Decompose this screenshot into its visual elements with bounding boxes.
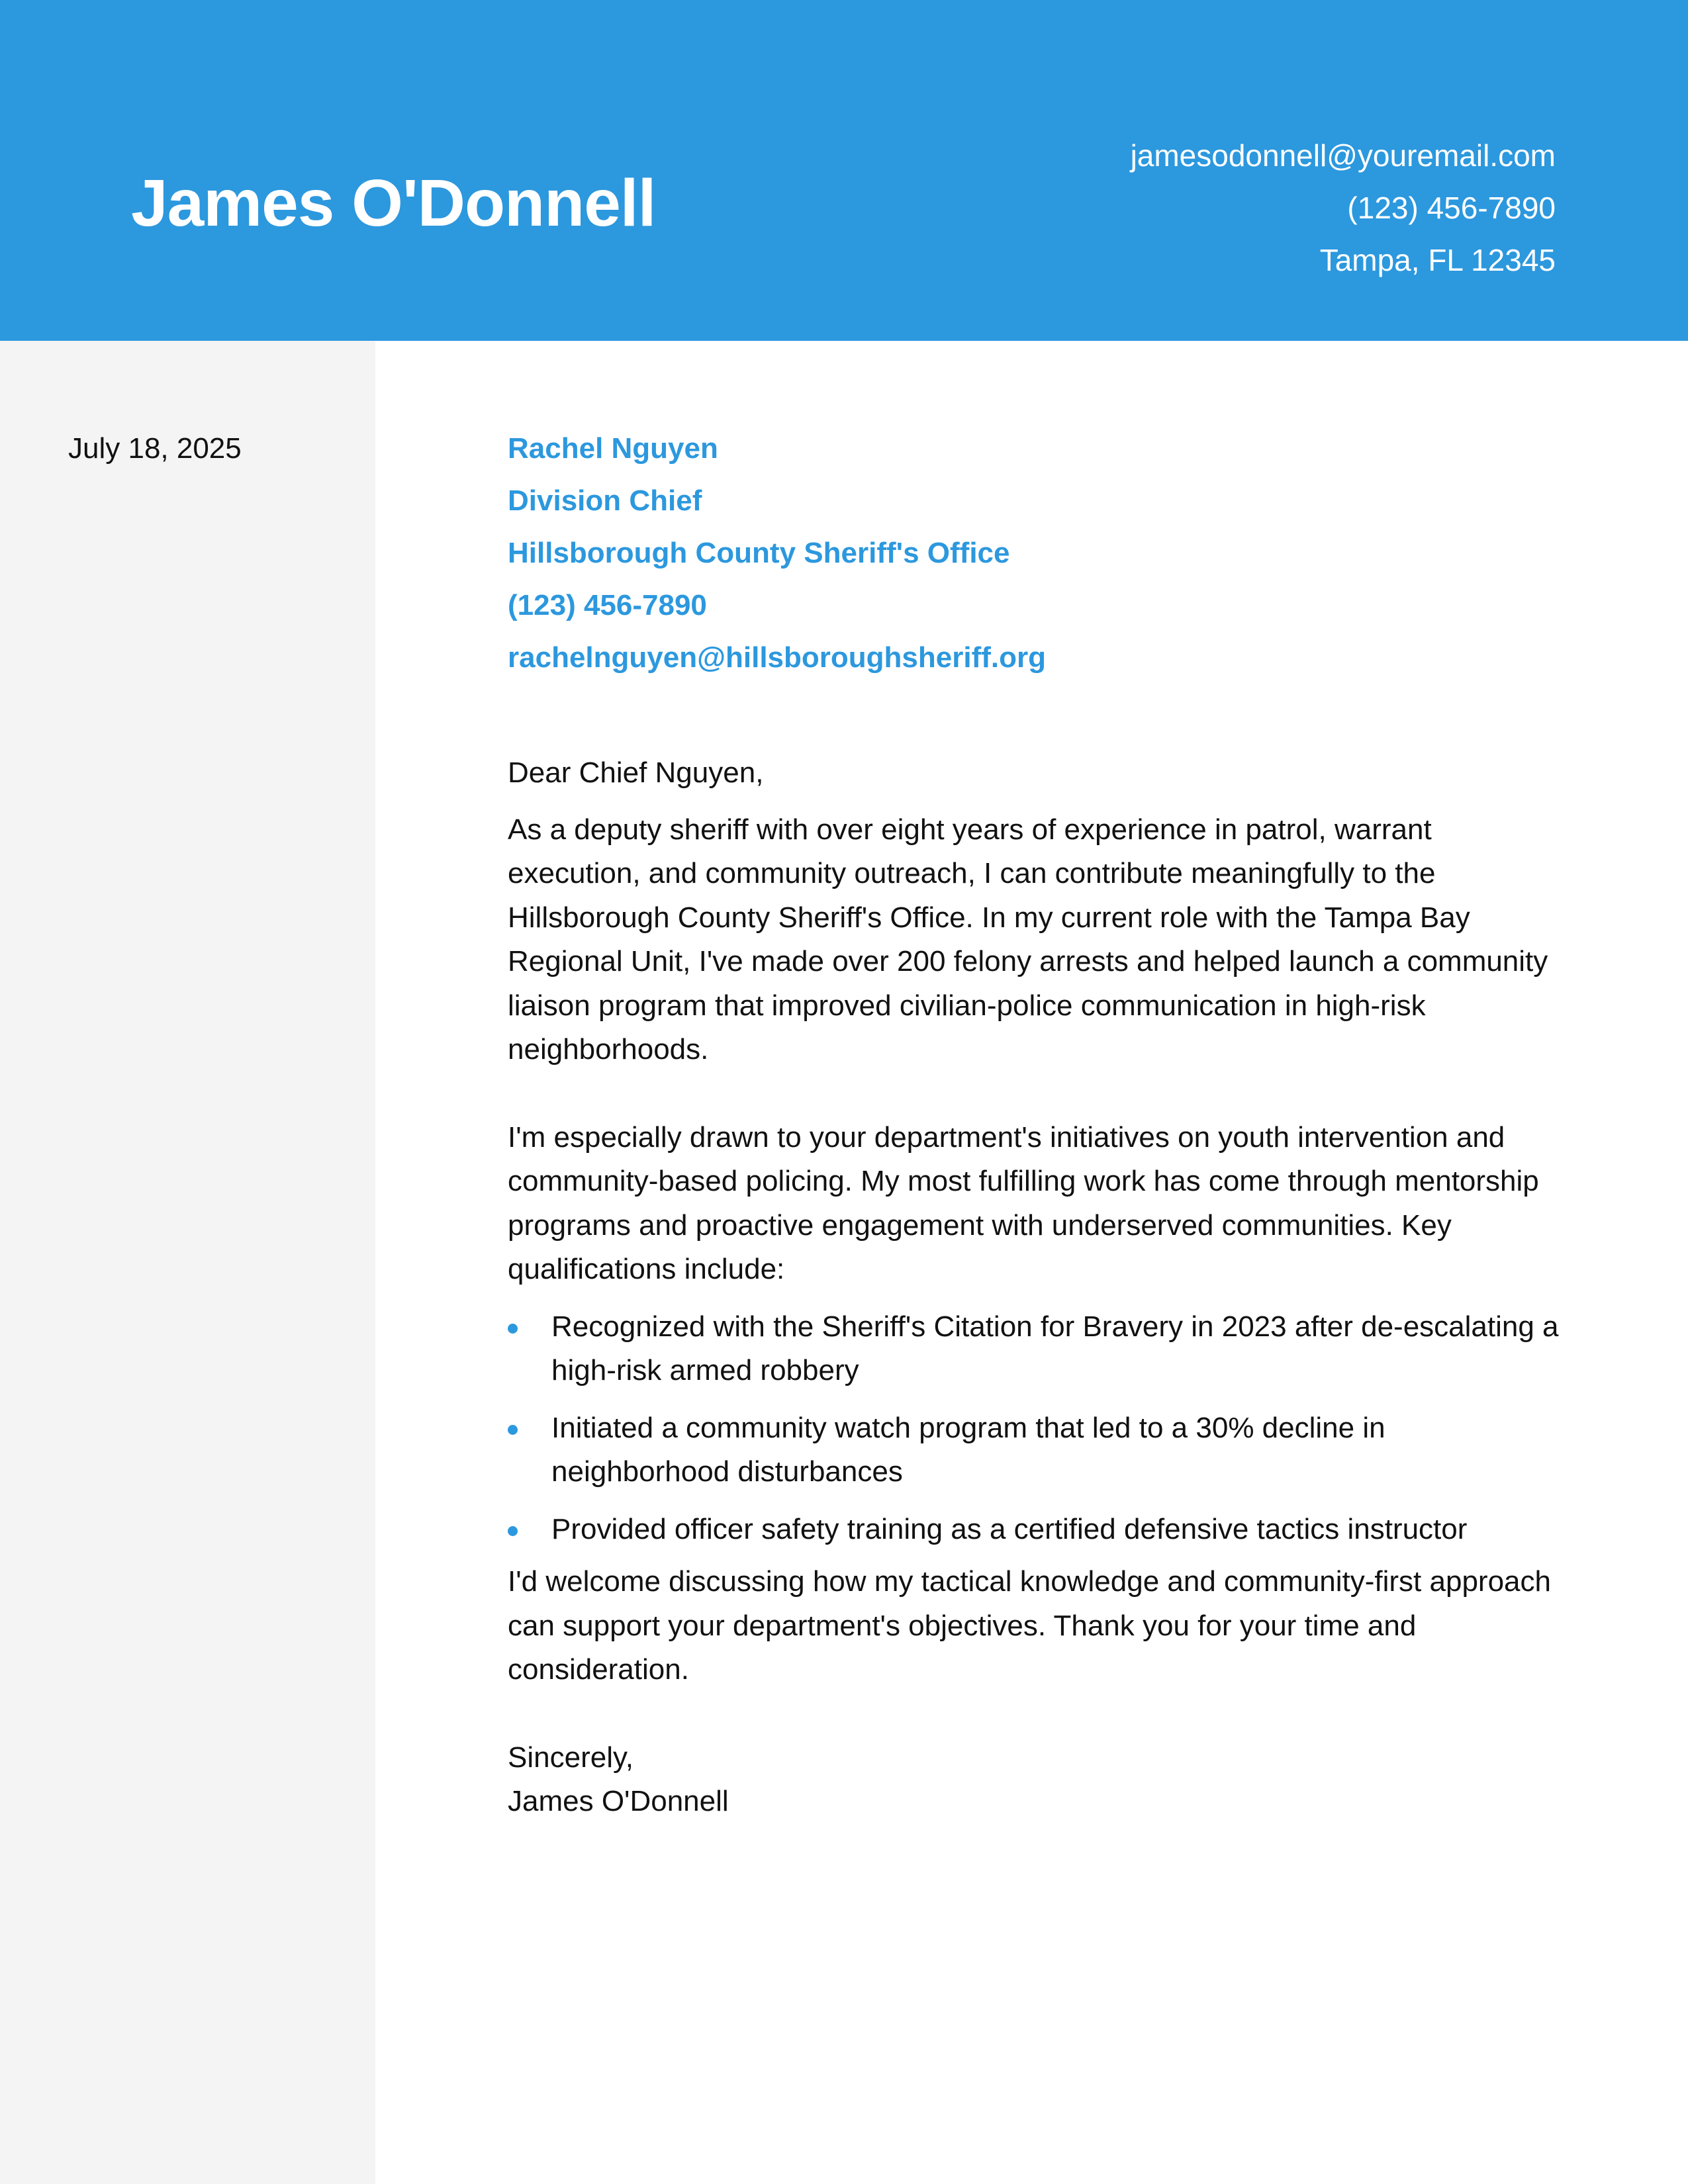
sender-email: jamesodonnell@youremail.com	[1130, 138, 1556, 173]
left-sidebar	[0, 341, 375, 2184]
sender-phone: (123) 456-7890	[1347, 191, 1556, 225]
list-item: Recognized with the Sheriff's Citation f…	[508, 1305, 1567, 1393]
sender-name: James O'Donnell	[131, 166, 656, 240]
list-item: Initiated a community watch program that…	[508, 1406, 1567, 1494]
bullet-dot-icon	[508, 1525, 518, 1536]
recipient-block: Rachel Nguyen Division Chief Hillsboroug…	[508, 430, 1046, 692]
letter-date: July 18, 2025	[68, 432, 242, 465]
qualification-text: Recognized with the Sheriff's Citation f…	[551, 1310, 1559, 1387]
recipient-organization: Hillsborough County Sheriff's Office	[508, 537, 1010, 569]
sender-contact-block: jamesodonnell@youremail.com (123) 456-78…	[1131, 136, 1556, 293]
sender-location: Tampa, FL 12345	[1319, 243, 1556, 277]
body-paragraph-3: I'd welcome discussing how my tactical k…	[508, 1565, 1551, 1686]
header-banner: James O'Donnell jamesodonnell@youremail.…	[0, 0, 1688, 341]
recipient-email: rachelnguyen@hillsboroughsheriff.org	[508, 641, 1046, 674]
recipient-name: Rachel Nguyen	[508, 432, 718, 465]
closing: Sincerely,	[508, 1741, 633, 1774]
qualification-text: Initiated a community watch program that…	[551, 1411, 1385, 1488]
signature: James O'Donnell	[508, 1785, 729, 1817]
qualifications-list: Recognized with the Sheriff's Citation f…	[508, 1305, 1567, 1552]
recipient-title: Division Chief	[508, 484, 702, 517]
qualification-text: Provided officer safety training as a ce…	[551, 1512, 1468, 1545]
body-paragraph-1: As a deputy sheriff with over eight year…	[508, 813, 1548, 1066]
list-item: Provided officer safety training as a ce…	[508, 1508, 1567, 1552]
body-paragraph-2: I'm especially drawn to your department'…	[508, 1120, 1539, 1286]
bullet-dot-icon	[508, 1323, 518, 1334]
recipient-phone: (123) 456-7890	[508, 589, 707, 621]
salutation: Dear Chief Nguyen,	[508, 756, 764, 789]
bullet-dot-icon	[508, 1424, 518, 1435]
letter-body: Dear Chief Nguyen, As a deputy sheriff w…	[508, 751, 1567, 1824]
